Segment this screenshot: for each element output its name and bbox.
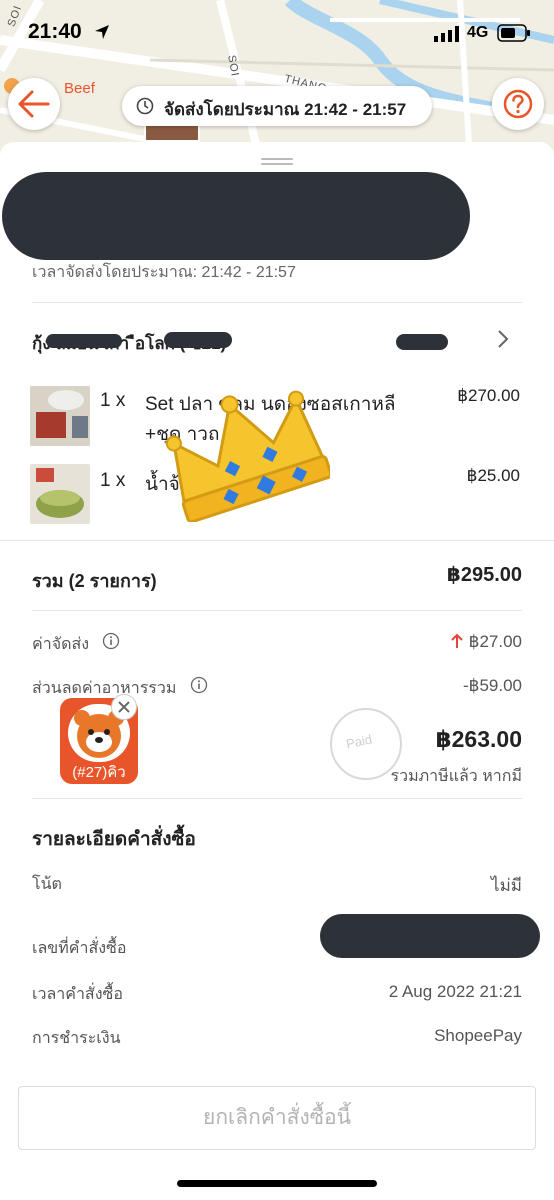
redacted-order-number xyxy=(320,914,540,958)
rider-badge-close-button[interactable] xyxy=(111,694,137,720)
note-row: โน้ต ไม่มี xyxy=(32,872,522,897)
redaction xyxy=(164,332,232,348)
info-icon[interactable] xyxy=(190,676,208,694)
network-type: 4G xyxy=(467,24,489,41)
location-arrow-icon xyxy=(94,24,110,45)
delivery-fee-value: ฿27.00 xyxy=(468,632,522,651)
paid-stamp-text: Paid xyxy=(344,731,374,752)
subtotal-value: ฿295.00 xyxy=(446,564,522,586)
item-image xyxy=(30,464,90,524)
divider xyxy=(32,302,522,303)
payment-row: การชำระเงิน ShopeePay xyxy=(32,1026,522,1051)
back-arrow-icon xyxy=(18,90,50,118)
arrow-up-icon xyxy=(450,633,463,648)
info-icon[interactable] xyxy=(102,632,120,650)
discount-label: ส่วนลดค่าอาหารรวม xyxy=(32,680,177,697)
subtotal-row: รวม (2 รายการ) ฿295.00 xyxy=(32,564,522,595)
divider xyxy=(32,610,522,611)
divider xyxy=(32,798,522,799)
sheet-handle[interactable] xyxy=(261,158,293,165)
order-number-label: เลขที่คำสั่งซื้อ xyxy=(32,940,127,957)
cancel-order-button[interactable]: ยกเลิกคำสั่งซื้อนี้ xyxy=(18,1086,536,1150)
order-time-row: เวลาคำสั่งซื้อ 2 Aug 2022 21:21 xyxy=(32,982,522,1007)
note-value: ไม่มี xyxy=(491,876,522,895)
item-price: ฿270.00 xyxy=(457,386,520,405)
redaction xyxy=(46,334,122,348)
rider-label: (#27)คิว xyxy=(72,764,126,781)
status-time: 21:40 xyxy=(28,20,82,43)
cancel-order-label: ยกเลิกคำสั่งซื้อนี้ xyxy=(203,1106,351,1129)
order-time-value: 2 Aug 2022 21:21 xyxy=(388,982,522,1001)
home-indicator[interactable] xyxy=(177,1180,377,1187)
total-value: ฿263.00 xyxy=(435,726,522,752)
note-label: โน้ต xyxy=(32,876,62,893)
total-note: รวมภาษีแล้ว หากมี xyxy=(390,768,522,785)
eta-pill: จัดส่งโดยประมาณ 21:42 - 21:57 xyxy=(122,86,432,126)
delivery-fee-value-wrap: ฿27.00 xyxy=(450,632,522,652)
item-price: ฿25.00 xyxy=(466,466,520,485)
item-image xyxy=(30,386,90,446)
redaction xyxy=(396,334,448,350)
map-restaurant-label: Beef xyxy=(64,80,95,97)
signal-bars-icon xyxy=(434,26,460,47)
item-qty: 1 x xyxy=(100,470,126,491)
battery-icon xyxy=(497,24,531,47)
delivery-fee-label: ค่าจัดส่ง xyxy=(32,636,90,653)
payment-label: การชำระเงิน xyxy=(32,1030,121,1047)
back-button[interactable] xyxy=(8,78,60,130)
divider xyxy=(0,540,554,541)
delivery-fee-row: ค่าจัดส่ง ฿27.00 xyxy=(32,632,522,657)
chevron-right-icon[interactable] xyxy=(496,328,510,350)
order-time-label: เวลาคำสั่งซื้อ xyxy=(32,986,123,1003)
subtotal-label: รวม (2 รายการ) xyxy=(32,571,157,591)
clock-icon xyxy=(136,97,154,115)
eta-text: จัดส่งโดยประมาณ 21:42 - 21:57 xyxy=(164,100,407,119)
order-details-title: รายละเอียดคำสั่งซื้อ xyxy=(32,824,522,854)
estimated-delivery: เวลาจัดส่งโดยประมาณ: 21:42 - 21:57 xyxy=(32,264,296,281)
help-button[interactable] xyxy=(492,78,544,130)
redacted-status-title xyxy=(2,172,470,260)
crown-sticker-icon xyxy=(165,390,330,522)
item-qty: 1 x xyxy=(100,390,126,411)
discount-value: -฿59.00 xyxy=(462,676,522,695)
order-sheet: เวลาจัดส่งโดยประมาณ: 21:42 - 21:57 กุ้ง … xyxy=(0,142,554,1200)
help-icon xyxy=(503,89,533,119)
close-icon xyxy=(118,701,130,713)
status-bar: 21:40 4G xyxy=(0,0,554,64)
payment-value: ShopeePay xyxy=(434,1026,522,1045)
restaurant-thumbnail xyxy=(144,124,200,142)
order-details-heading: รายละเอียดคำสั่งซื้อ xyxy=(32,829,196,850)
